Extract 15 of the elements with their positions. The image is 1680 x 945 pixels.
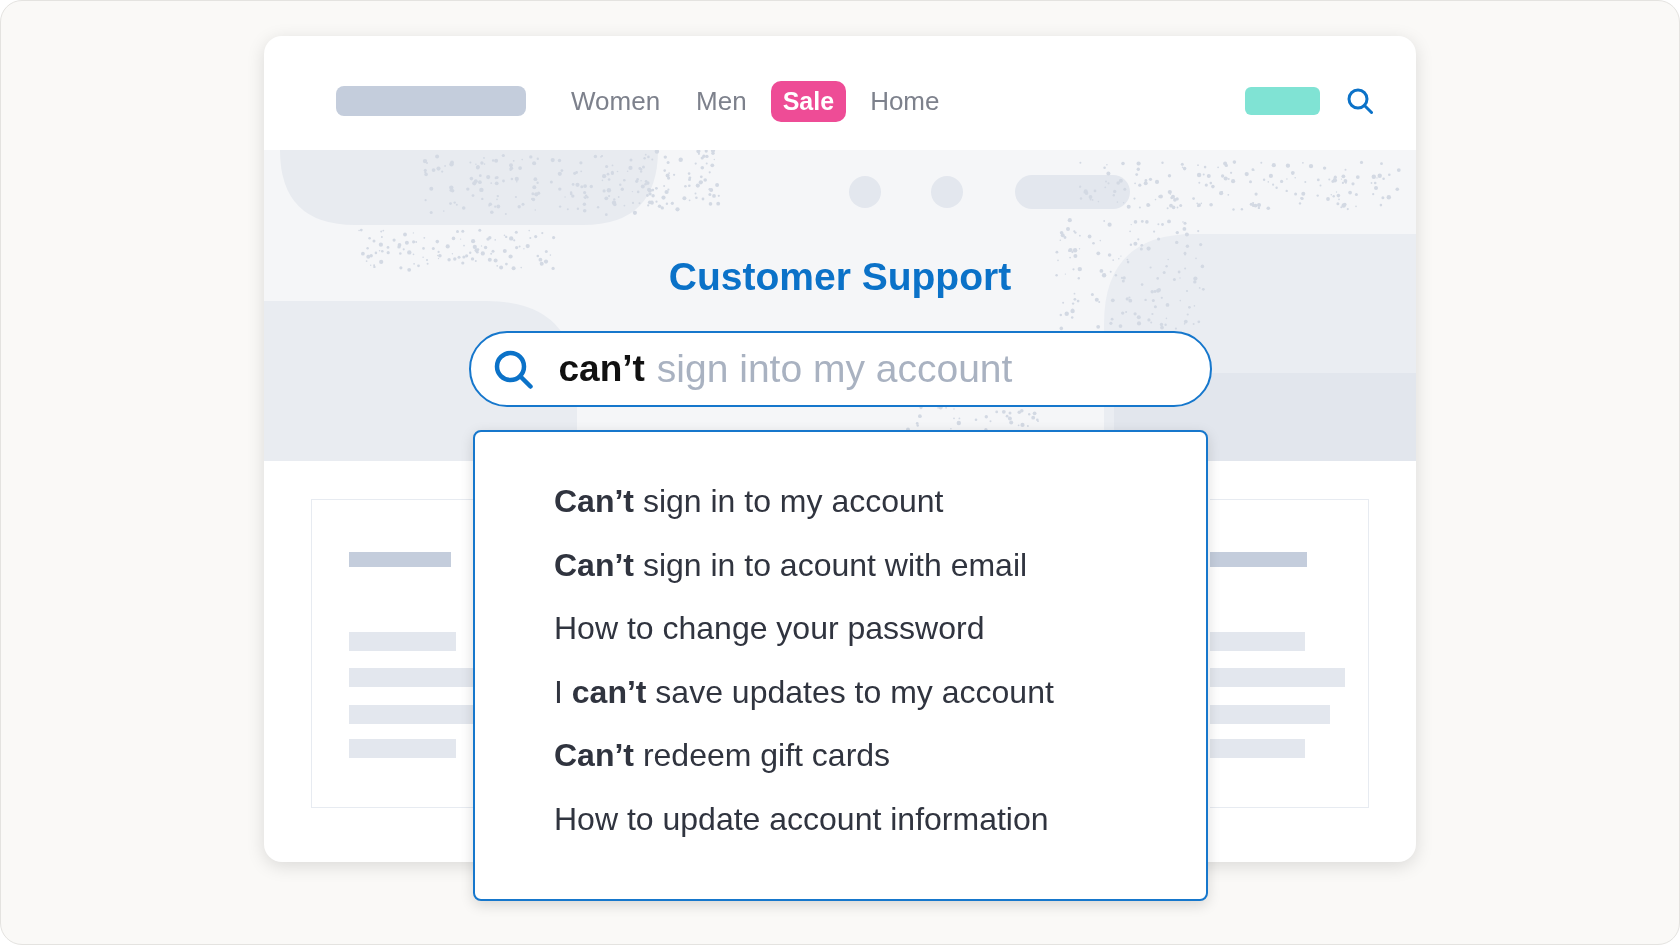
search-icon[interactable] [1347, 88, 1373, 114]
typed-query: can’t [558, 347, 645, 391]
search-icon [493, 349, 533, 389]
page-heading: Customer Support [668, 255, 1012, 299]
suggestion-item[interactable]: Can’t sign in to acount with email [554, 533, 1028, 597]
nav-link[interactable]: Women [559, 80, 673, 122]
nav-link[interactable]: Home [858, 80, 952, 122]
suggestion-item[interactable]: Can’t sign in to my account [554, 470, 944, 534]
suggestion-item[interactable]: How to change your password [554, 597, 985, 661]
autocomplete-hint: sign into my account [656, 347, 1013, 391]
nav-link[interactable]: Men [684, 80, 759, 122]
search-field[interactable]: can’t sign into my account [468, 331, 1212, 407]
suggestion-item[interactable]: Can’t redeem gift cards [554, 724, 891, 788]
suggestion-item[interactable]: I can’t save updates to my account [554, 660, 1054, 724]
suggestion-item[interactable]: How to update account information [554, 787, 1049, 851]
